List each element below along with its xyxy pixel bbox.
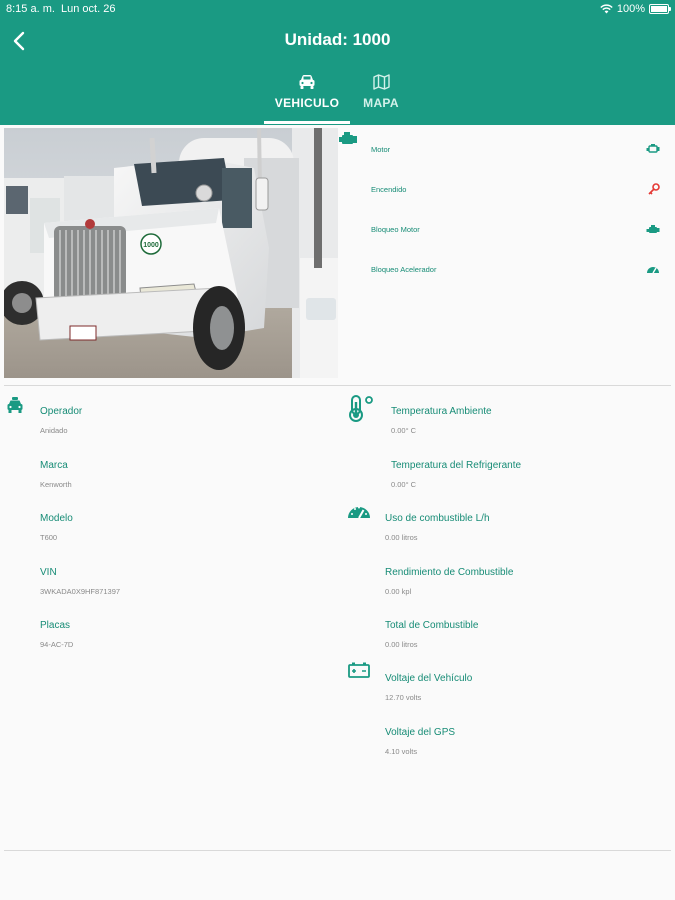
truck-icon: [299, 75, 315, 89]
tab-mapa-label: MAPA: [363, 96, 399, 110]
temperatura-ambiente-label: Temperatura Ambiente: [391, 406, 492, 417]
rendimiento-combustible-label: Rendimiento de Combustible: [385, 567, 514, 578]
engine-icon: [339, 132, 357, 144]
truck-photo: 1000: [4, 128, 338, 378]
modelo-label: Modelo: [40, 513, 73, 524]
battery-percent: 100%: [616, 3, 645, 15]
status-time: 8:15 a. m.: [6, 3, 55, 15]
vin-value: 3WKADA0X9HF871397: [40, 587, 121, 596]
status-row-bloqueo-motor: Bloqueo Motor: [371, 221, 666, 239]
status-label-bloqueo-motor: Bloqueo Motor: [371, 225, 420, 234]
modelo-value: T600: [40, 533, 58, 542]
status-label-encendido: Encendido: [371, 185, 407, 194]
status-label-bloqueo-acelerador: Bloqueo Acelerador: [371, 265, 437, 274]
status-row-encendido: Encendido: [371, 181, 666, 199]
voltaje-gps-label: Voltaje del GPS: [385, 727, 456, 738]
bottom-divider: [4, 850, 671, 851]
status-date: Lun oct. 26: [61, 3, 116, 15]
page-title: Unidad: 1000: [284, 30, 391, 49]
operador-value: Anidado: [40, 426, 68, 435]
svg-text:1000: 1000: [143, 242, 159, 249]
status-label-motor: Motor: [371, 145, 391, 154]
key-icon: [648, 183, 660, 195]
section-divider: [4, 385, 671, 386]
status-row-motor: Motor: [371, 141, 666, 159]
marca-label: Marca: [40, 460, 68, 471]
placas-label: Placas: [40, 620, 71, 631]
tab-vehiculo[interactable]: VEHICULO: [264, 70, 350, 125]
marca-value: Kenworth: [40, 480, 72, 489]
map-icon: [372, 74, 390, 90]
temperatura-refrigerante-value: 0.00° C: [391, 480, 417, 489]
battery-icon: [348, 662, 370, 678]
temperatura-refrigerante-label: Temperatura del Refrigerante: [391, 460, 522, 471]
status-right: 100%: [600, 3, 671, 15]
speedometer-icon: [348, 506, 370, 519]
operator-car-icon: [7, 397, 23, 413]
thermometer-icon: [349, 395, 373, 422]
voltaje-vehiculo-label: Voltaje del Vehículo: [385, 673, 473, 684]
vin-label: VIN: [40, 567, 57, 578]
active-tab-indicator: [264, 121, 350, 124]
uso-combustible-value: 0.00 litros: [385, 533, 418, 542]
operador-label: Operador: [40, 406, 83, 417]
voltaje-gps-value: 4.10 volts: [385, 747, 418, 756]
uso-combustible-label: Uso de combustible L/h: [385, 513, 490, 524]
status-bar: 8:15 a. m. Lun oct. 26 100%: [0, 0, 675, 18]
gauge-icon: [647, 267, 659, 274]
engine-lock-icon: [646, 225, 660, 233]
app-header: 8:15 a. m. Lun oct. 26 100% Unidad: 1000…: [0, 0, 675, 125]
wifi-icon: [600, 4, 613, 14]
rendimiento-combustible-value: 0.00 kpl: [385, 587, 412, 596]
tab-vehiculo-label: VEHICULO: [274, 96, 340, 110]
engine-icon: [646, 144, 660, 153]
battery-icon: [649, 4, 671, 14]
temperatura-ambiente-value: 0.00° C: [391, 426, 417, 435]
status-row-bloqueo-acelerador: Bloqueo Acelerador: [371, 261, 666, 279]
placas-value: 94-AC-7D: [40, 640, 74, 649]
tab-mapa[interactable]: MAPA: [351, 70, 411, 125]
total-combustible-label: Total de Combustible: [385, 620, 479, 631]
total-combustible-value: 0.00 litros: [385, 640, 418, 649]
voltaje-vehiculo-value: 12.70 volts: [385, 693, 422, 702]
